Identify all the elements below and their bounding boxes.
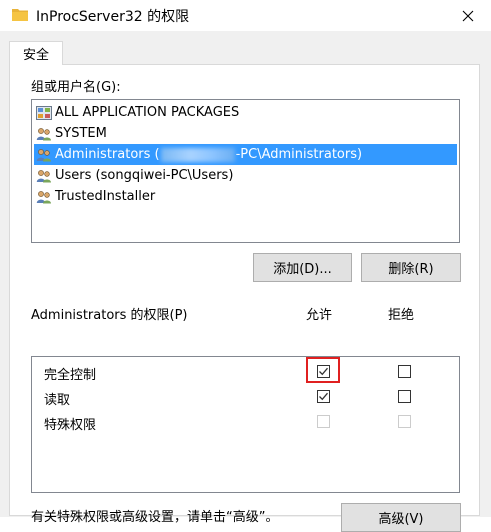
principal-item[interactable]: SYSTEM	[34, 123, 457, 144]
advanced-button[interactable]: 高级(V)	[341, 503, 461, 532]
deny-special-permissions-checkbox	[398, 415, 411, 428]
package-group-icon	[36, 105, 52, 120]
principal-label: TrustedInstaller	[55, 189, 156, 204]
allow-column-header: 允许	[306, 308, 333, 323]
principal-item[interactable]: TrustedInstaller	[34, 186, 457, 207]
permission-name: 特殊权限	[44, 418, 97, 433]
principal-list[interactable]: ALL APPLICATION PACKAGES SYSTEM Administ…	[31, 99, 460, 243]
remove-button[interactable]: 删除(R)	[361, 253, 461, 282]
principal-label-suffix: -PC\Administrators)	[235, 147, 363, 162]
close-icon	[462, 10, 474, 21]
window-title: InProcServer32 的权限	[36, 9, 190, 25]
tab-security-label: 安全	[22, 48, 49, 63]
permission-name: 完全控制	[44, 368, 97, 383]
principal-item[interactable]: ALL APPLICATION PACKAGES	[34, 102, 457, 123]
close-button[interactable]	[445, 0, 491, 31]
principal-label-prefix: Administrators (	[55, 147, 160, 162]
principal-label: Users (songqiwei-PC\Users)	[55, 168, 234, 183]
allow-read-checkbox[interactable]	[317, 390, 330, 403]
deny-column-header: 拒绝	[388, 308, 415, 323]
add-button[interactable]: 添加(D)...	[253, 253, 352, 282]
advanced-button-label: 高级(V)	[378, 512, 424, 527]
redacted-computer-name	[160, 147, 235, 162]
principal-item[interactable]: Users (songqiwei-PC\Users)	[34, 165, 457, 186]
allow-special-permissions-checkbox	[317, 415, 330, 428]
security-tab-panel: 组或用户名(G): ALL APPLICATION PACKAGES SYSTE…	[9, 64, 480, 532]
users-icon	[36, 148, 51, 161]
title-bar: InProcServer32 的权限	[0, 0, 491, 31]
permissions-header: Administrators 的权限(P)	[31, 308, 188, 323]
annotation-highlight	[306, 357, 340, 383]
users-icon	[36, 127, 51, 140]
deny-full-control-checkbox[interactable]	[398, 365, 411, 378]
users-icon	[36, 190, 51, 203]
permission-name: 读取	[44, 393, 71, 408]
dialog-client: 安全 组或用户名(G): ALL APPLICATION PACKAGES SY…	[0, 31, 491, 532]
group-or-user-label: 组或用户名(G):	[31, 80, 121, 95]
deny-read-checkbox[interactable]	[398, 390, 411, 403]
advanced-hint-text: 有关特殊权限或高级设置，请单击“高级”。	[31, 510, 279, 525]
checkmark-icon	[319, 392, 328, 401]
users-icon	[36, 169, 51, 182]
principal-item-selected[interactable]: Administrators ( -PC\Administrators)	[34, 144, 457, 165]
tab-security[interactable]: 安全	[9, 41, 63, 65]
principal-label: ALL APPLICATION PACKAGES	[55, 105, 240, 120]
principal-label: SYSTEM	[55, 126, 107, 141]
folder-icon	[12, 9, 28, 21]
add-button-label: 添加(D)...	[273, 262, 332, 277]
remove-button-label: 删除(R)	[388, 262, 434, 277]
